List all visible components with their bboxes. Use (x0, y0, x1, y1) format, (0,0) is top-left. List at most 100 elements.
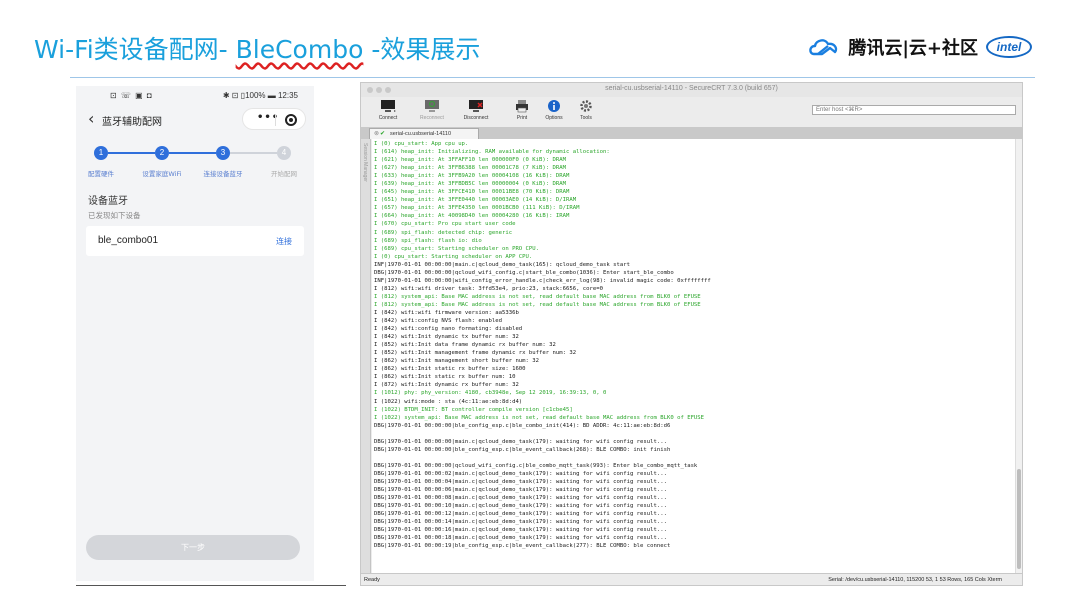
status-left-icons: ⊡ ☏ ▣ ◘ (110, 91, 153, 100)
log-line: DBG|1970-01-01 00:00:18|main.c|qcloud_de… (374, 535, 667, 542)
progress-steps: 1 配置硬件 2 设置家庭WiFi 3 连接设备蓝牙 4 开始配网 (76, 144, 314, 184)
log-line: I (689) spi_flash: detected chip: generi… (374, 229, 513, 236)
print-icon (516, 100, 528, 113)
log-line: I (852) wifi:Init management frame dynam… (374, 350, 577, 357)
log-line: DBG|1970-01-01 00:00:08|main.c|qcloud_de… (374, 495, 667, 502)
log-line: DBG|1970-01-01 00:00:00|ble_config_esp.c… (374, 446, 671, 453)
step-connector (169, 152, 216, 154)
log-line: DBG|1970-01-01 00:00:14|main.c|qcloud_de… (374, 519, 667, 526)
toolbar-label: Tools (580, 115, 592, 121)
section-title: 设备蓝牙 (88, 196, 128, 207)
log-line: DBG|1970-01-01 00:00:16|main.c|qcloud_de… (374, 527, 667, 534)
capsule-separator (275, 114, 276, 126)
toolbar-label: Connect (378, 115, 398, 121)
disconnect-button[interactable]: Disconnect (459, 99, 493, 125)
log-line: I (812) system_api: Base MAC address is … (374, 301, 701, 308)
log-line: I (862) wifi:Init management short buffe… (374, 358, 540, 365)
options-button[interactable]: Options (537, 99, 571, 125)
options-info-icon (548, 100, 560, 112)
log-line: I (862) wifi:Init static rx buffer size:… (374, 366, 526, 373)
log-line: I (842) wifi:wifi firmware version: aa53… (374, 309, 519, 316)
toolbar-label: Disconnect (463, 115, 489, 121)
connect-button[interactable]: 连接 (276, 236, 292, 247)
log-line: INF|1970-01-01 00:00:00|wifi_config_erro… (374, 277, 711, 284)
close-icon[interactable]: ⊗ (374, 129, 379, 139)
title-suffix: -效果展示 (363, 35, 481, 64)
host-input[interactable]: Enter host <⌘R> (812, 105, 1016, 115)
step-1-label: 配置硬件 (88, 170, 114, 178)
monitor-refresh-icon (425, 100, 439, 112)
session-tab-label: serial-cu.usbserial-14110 (390, 131, 452, 137)
toolbar-label: Options (545, 115, 563, 121)
log-line: DBG|1970-01-01 00:00:00|qcloud_wifi_conf… (374, 269, 674, 276)
log-line: I (1022) BTDM_INIT: BT controller compil… (374, 406, 573, 413)
reconnect-button[interactable]: Reconnect (415, 99, 449, 125)
toolbar-label: Print (516, 115, 528, 121)
log-line: I (0) cpu_start: Starting scheduler on A… (374, 253, 533, 260)
log-line: DBG|1970-01-01 00:00:06|main.c|qcloud_de… (374, 487, 667, 494)
header-divider (70, 77, 1035, 78)
window-titlebar: serial-cu.usbserial-14110 - SecureCRT 7.… (361, 83, 1022, 97)
console-scrollbar[interactable] (1015, 139, 1022, 573)
connect-button[interactable]: Connect (371, 99, 405, 125)
toolbar-label: Reconnect (420, 115, 444, 121)
monitor-icon (381, 100, 396, 112)
log-line: DBG|1970-01-01 00:00:19|ble_config_esp.c… (374, 543, 671, 550)
step-1-indicator: 1 (94, 146, 108, 160)
log-line: I (633) heap_init: At 3FFB9A20 len 00004… (374, 173, 570, 180)
close-target-icon[interactable] (285, 114, 297, 126)
log-line: INF|1970-01-01 00:00:00|main.c|qcloud_de… (374, 261, 630, 268)
log-line: I (0) cpu_start: App cpu up. (374, 141, 469, 147)
device-name: ble_combo01 (98, 235, 159, 246)
status-connection-info: Serial: /dev/cu.usbserial-14110, 115200 … (828, 577, 1002, 583)
step-3-label: 连接设备蓝牙 (203, 170, 243, 178)
log-line: I (862) wifi:Init static rx buffer num: … (374, 374, 516, 381)
log-line: I (670) cpu_start: Pro cpu start user co… (374, 221, 516, 228)
log-line: I (852) wifi:Init data frame dynamic rx … (374, 342, 556, 349)
mini-program-capsule[interactable]: ••• (242, 108, 306, 130)
session-manager-label: Session Manager (362, 143, 368, 182)
log-line: DBG|1970-01-01 00:00:10|main.c|qcloud_de… (374, 503, 667, 510)
log-line: I (1012) phy: phy_version: 4180, cb3948e… (374, 390, 607, 397)
scrollbar-thumb[interactable] (1017, 469, 1021, 569)
title-link-blecombo[interactable]: BleCombo (236, 35, 364, 64)
log-line: DBG|1970-01-01 00:00:12|main.c|qcloud_de… (374, 511, 667, 518)
log-line: DBG|1970-01-01 00:00:00|main.c|qcloud_de… (374, 438, 667, 445)
phone-bottom-divider (76, 585, 346, 586)
log-line: I (645) heap_init: At 3FFCE410 len 00011… (374, 189, 570, 196)
step-connector (108, 152, 155, 154)
chevron-left-icon[interactable]: ‹ (88, 109, 94, 128)
print-button[interactable]: Print (505, 99, 539, 125)
next-step-button[interactable]: 下一步 (86, 535, 300, 560)
brand-text: 腾讯云|云+社区 (848, 38, 978, 59)
section-subtitle: 已发现如下设备 (88, 211, 141, 220)
nav-title: 蓝牙辅助配网 (102, 117, 162, 128)
log-line: DBG|1970-01-01 00:00:04|main.c|qcloud_de… (374, 478, 667, 485)
log-line: I (872) wifi:Init dynamic rx buffer num:… (374, 382, 519, 389)
tencent-cloud-icon (809, 39, 838, 56)
log-line: I (842) wifi:Init dynamic tx buffer num:… (374, 334, 519, 341)
log-line: I (1022) wifi:mode : sta (4c:11:ae:eb:8d… (374, 398, 523, 405)
log-line: I (627) heap_init: At 3FFB6388 len 00001… (374, 165, 566, 172)
session-tab[interactable]: ⊗ ✔ serial-cu.usbserial-14110 (369, 128, 479, 139)
log-line: I (689) cpu_start: Starting scheduler on… (374, 245, 540, 252)
device-list-item[interactable]: ble_combo01 连接 (86, 226, 304, 256)
session-tab-bar: ⊗ ✔ serial-cu.usbserial-14110 (361, 127, 1022, 139)
log-line: I (842) wifi:config nano formating: disa… (374, 326, 523, 333)
session-manager-sidebar[interactable]: Session Manager (361, 139, 371, 573)
log-line: I (812) wifi:wifi driver task: 3ffd53e4,… (374, 285, 604, 292)
terminal-status-bar: Ready Serial: /dev/cu.usbserial-14110, 1… (361, 573, 1022, 585)
gear-icon (580, 100, 592, 112)
log-line: I (614) heap_init: Initializing. RAM ava… (374, 149, 610, 156)
phone-nav-bar: ‹ 蓝牙辅助配网 ••• (76, 108, 314, 132)
step-4-label: 开始配网 (271, 170, 297, 178)
terminal-console[interactable]: I (0) cpu_start: App cpu up. I (614) heap… (372, 139, 1015, 573)
step-4-indicator: 4 (277, 146, 291, 160)
window-title: serial-cu.usbserial-14110 - SecureCRT 7.… (605, 85, 778, 92)
log-line: I (664) heap_init: At 40098D40 len 00004… (374, 213, 570, 220)
tools-button[interactable]: Tools (569, 99, 603, 125)
log-line: I (621) heap_init: At 3FFAFF10 len 00000… (374, 157, 566, 164)
step-3-indicator: 3 (216, 146, 230, 160)
